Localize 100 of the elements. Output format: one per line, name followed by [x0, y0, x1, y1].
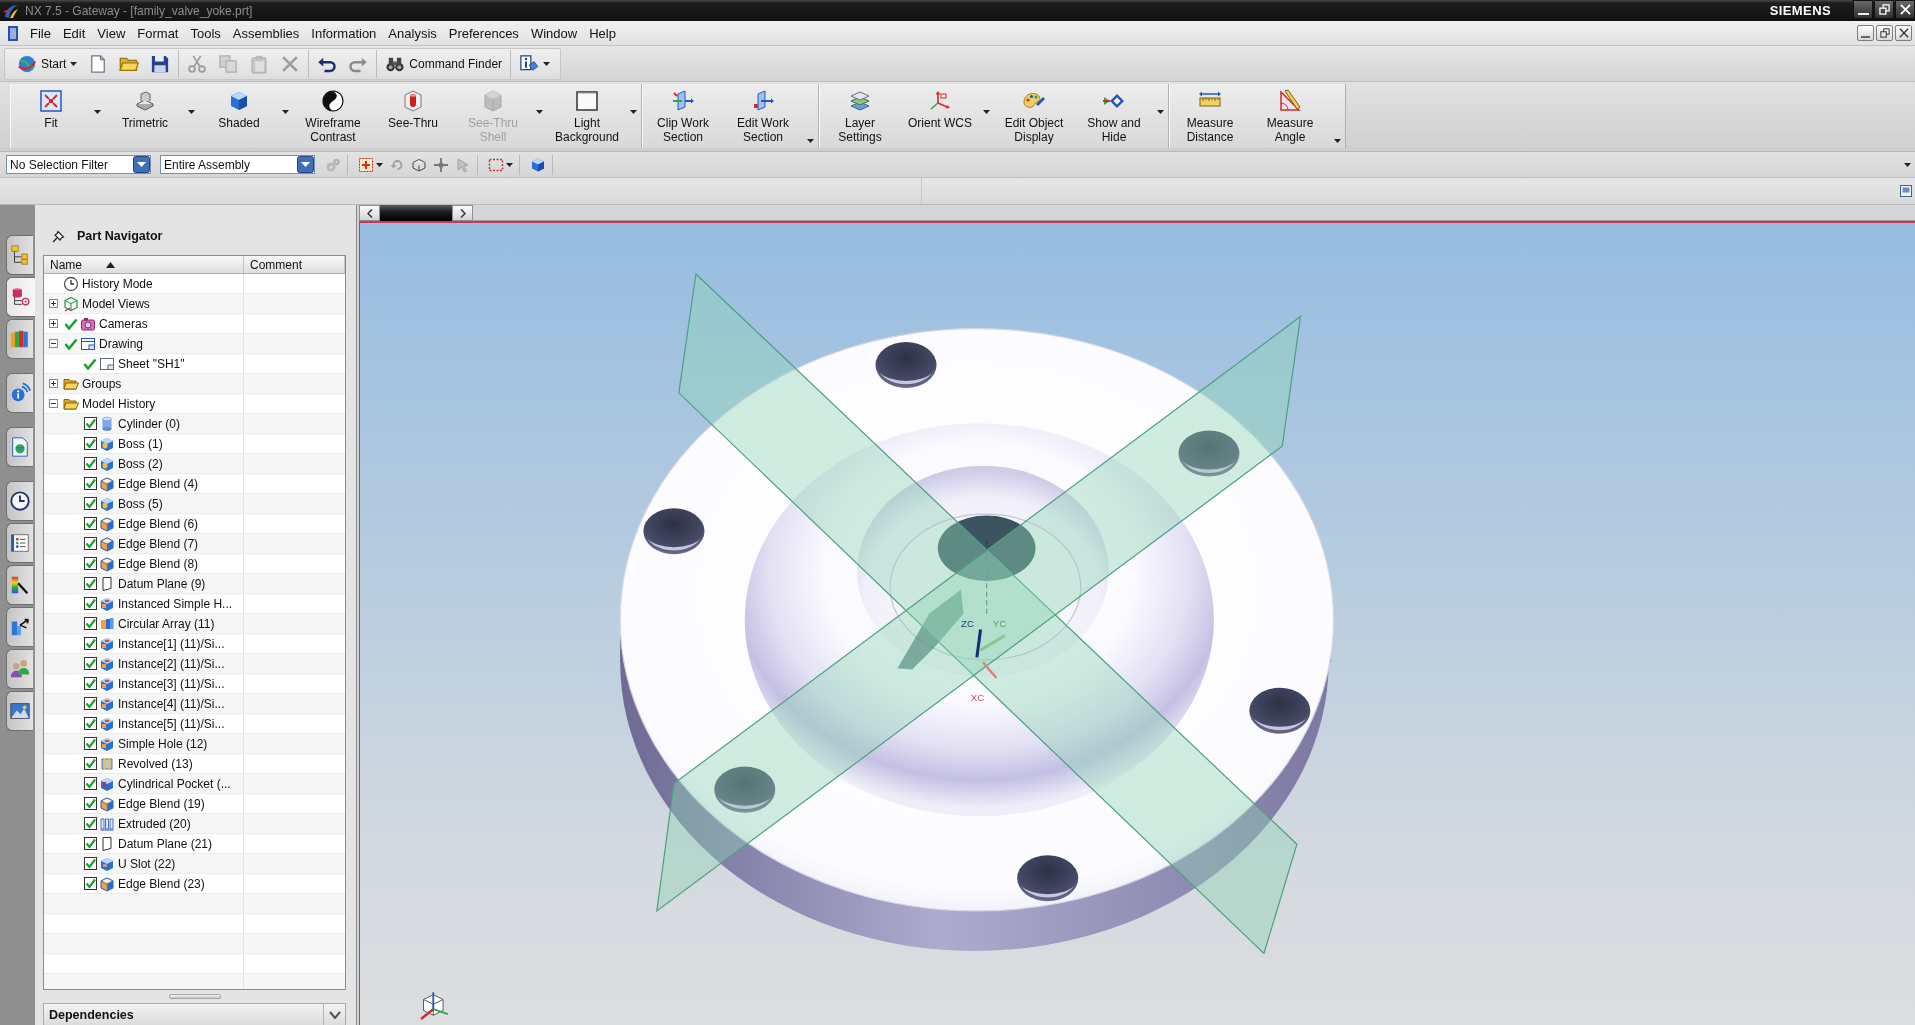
menu-item[interactable]: Format — [131, 22, 185, 44]
checkbox[interactable] — [83, 537, 97, 550]
tree-item-label[interactable]: U Slot (22) — [118, 856, 176, 871]
tree-item-label[interactable]: Edge Blend (23) — [118, 876, 205, 891]
menu-item[interactable]: Analysis — [382, 22, 443, 44]
command-finder-button[interactable]: Command Finder — [381, 49, 507, 78]
checkbox[interactable] — [83, 857, 97, 870]
trimetric-button[interactable]: Trimetric — [105, 84, 185, 148]
minus-box-icon[interactable] — [48, 339, 58, 348]
caret-icon[interactable] — [1904, 162, 1911, 167]
menu-item[interactable]: Tools — [184, 22, 227, 44]
measure-angle-button[interactable]: Measure Angle — [1250, 84, 1330, 148]
plus-box-icon[interactable] — [48, 299, 58, 308]
tree-item-label[interactable]: Edge Blend (6) — [118, 516, 199, 531]
tree-item-label[interactable]: Model History — [82, 396, 156, 411]
tree-item-label[interactable]: History Mode — [82, 276, 153, 291]
measure-distance-button[interactable]: Measure Distance — [1170, 84, 1250, 148]
tree-item-label[interactable]: Cylinder (0) — [118, 416, 180, 431]
menu-item[interactable]: Information — [305, 22, 383, 44]
background-toggle-button[interactable]: Light Background — [547, 84, 627, 148]
tree-item-label[interactable]: Instanced Simple H... — [118, 596, 233, 611]
checkbox[interactable] — [83, 797, 97, 810]
show-and-hide-button[interactable]: Show and Hide — [1074, 84, 1154, 148]
checkbox[interactable] — [83, 417, 97, 430]
minimize-button[interactable] — [1853, 0, 1873, 19]
checkbox[interactable] — [83, 637, 97, 650]
tree-item-label[interactable]: Boss (1) — [118, 436, 163, 451]
tree-item-label[interactable]: Drawing — [99, 336, 143, 351]
checkbox[interactable] — [83, 477, 97, 490]
caret-icon[interactable] — [282, 110, 289, 114]
check-mark-icon[interactable] — [64, 317, 78, 330]
checkbox[interactable] — [83, 817, 97, 830]
see-thru-button[interactable]: See-Thru — [373, 84, 453, 148]
navigator-tab[interactable] — [6, 565, 33, 605]
checkbox[interactable] — [83, 697, 97, 710]
tree-item-label[interactable]: Groups — [82, 376, 122, 391]
close-button[interactable] — [1895, 0, 1915, 19]
tree-item-label[interactable]: Edge Blend (8) — [118, 556, 199, 571]
menu-item[interactable]: Help — [583, 22, 622, 44]
check-mark-icon[interactable] — [64, 337, 78, 350]
panel-toggle-icon[interactable] — [1900, 185, 1912, 197]
menu-item[interactable]: Assemblies — [226, 22, 306, 44]
tree-item-label[interactable]: Instance[5] (11)/Si... — [118, 716, 225, 731]
tree-item-label[interactable]: Sheet "SH1" — [118, 356, 185, 371]
tree-item-label[interactable]: Revolved (13) — [118, 756, 193, 771]
restore-button[interactable] — [1874, 0, 1894, 19]
checkbox[interactable] — [83, 497, 97, 510]
checkbox[interactable] — [83, 717, 97, 730]
checkbox[interactable] — [83, 597, 97, 610]
selection-scope-dropdown[interactable]: Entire Assembly — [160, 155, 315, 174]
scroll-right-button[interactable] — [452, 205, 473, 221]
selection-filter-dropdown[interactable]: No Selection Filter — [6, 155, 151, 174]
scroll-left-button[interactable] — [359, 205, 380, 221]
plus-box-icon[interactable] — [48, 379, 58, 388]
splitter-handle[interactable] — [168, 994, 221, 999]
fit-button[interactable]: Fit — [11, 84, 91, 148]
tree-item-label[interactable]: Model Views — [82, 296, 150, 311]
pin-icon[interactable] — [52, 229, 65, 243]
close-button[interactable] — [1895, 25, 1912, 41]
start-button[interactable]: Start — [13, 49, 82, 78]
app-menu-icon[interactable] — [5, 25, 21, 41]
navigator-tab[interactable] — [6, 607, 33, 647]
menu-item[interactable]: View — [91, 22, 132, 44]
checkbox[interactable] — [83, 877, 97, 890]
tree-item-label[interactable]: Edge Blend (19) — [118, 796, 205, 811]
wireframe-contrast-button[interactable]: Wireframe Contrast — [293, 84, 373, 148]
tree-item-label[interactable]: Boss (2) — [118, 456, 163, 471]
tree-item-label[interactable]: Instance[3] (11)/Si... — [118, 676, 225, 691]
checkbox[interactable] — [83, 517, 97, 530]
layer-settings-button[interactable]: Layer Settings — [820, 84, 900, 148]
menu-item[interactable]: Preferences — [442, 22, 525, 44]
checkbox[interactable] — [83, 577, 97, 590]
edit-work-section-button[interactable]: Edit Work Section — [723, 84, 803, 148]
navigator-tab[interactable] — [6, 691, 33, 731]
restore-button[interactable] — [1876, 25, 1893, 41]
checkbox[interactable] — [83, 557, 97, 570]
checkbox[interactable] — [83, 437, 97, 450]
caret-icon[interactable] — [1157, 110, 1164, 114]
caret-icon[interactable] — [1334, 139, 1341, 143]
checkbox[interactable] — [83, 657, 97, 670]
checkbox[interactable] — [83, 757, 97, 770]
plus-box-icon[interactable] — [48, 319, 58, 328]
column-header[interactable]: Comment — [244, 256, 345, 273]
caret-icon[interactable] — [94, 110, 101, 114]
menu-item[interactable]: File — [24, 22, 57, 44]
checkbox[interactable] — [83, 677, 97, 690]
navigator-tab[interactable] — [6, 481, 33, 521]
menu-item[interactable]: Window — [524, 22, 584, 44]
tree-item-label[interactable]: Boss (5) — [118, 496, 163, 511]
checkbox[interactable] — [83, 737, 97, 750]
checkbox[interactable] — [83, 777, 97, 790]
tree-item-label[interactable]: Instance[1] (11)/Si... — [118, 636, 225, 651]
column-header[interactable]: Name — [44, 256, 244, 273]
caret-icon[interactable] — [188, 110, 195, 114]
orient-wcs-button[interactable]: Orient WCS — [900, 84, 980, 148]
tree-item-label[interactable]: Cameras — [99, 316, 148, 331]
edit-object-display-button[interactable]: Edit Object Display — [994, 84, 1074, 148]
clip-work-section-button[interactable]: Clip Work Section — [643, 84, 723, 148]
shaded-button[interactable]: Shaded — [199, 84, 279, 148]
section-title[interactable]: Dependencies — [49, 1007, 134, 1022]
